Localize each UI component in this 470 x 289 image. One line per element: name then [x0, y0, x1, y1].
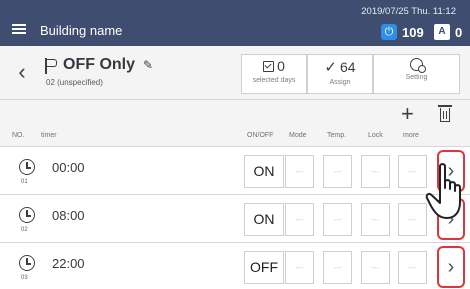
temp-cell[interactable]: ---: [323, 203, 352, 236]
mode-cell[interactable]: ---: [285, 203, 314, 236]
schedule-sub-label: 02 (unspecified): [46, 78, 103, 87]
assign-value: 64: [340, 59, 356, 75]
assign-button[interactable]: ✓ 64 Assign: [307, 54, 373, 94]
col-mode: Mode: [289, 132, 307, 139]
edit-name-icon[interactable]: ✎: [143, 58, 153, 72]
onoff-cell[interactable]: OFF: [244, 251, 284, 284]
alert-icon: A: [434, 24, 450, 40]
row-number: 01: [21, 179, 28, 185]
setting-label: Setting: [405, 74, 428, 81]
mode-cell[interactable]: ---: [285, 251, 314, 284]
mode-cell[interactable]: ---: [285, 155, 314, 188]
column-header: NO. timer ON/OFF Mode Temp. Lock more: [0, 128, 470, 146]
clock-icon: [19, 159, 35, 175]
power-count: 109: [402, 24, 424, 40]
selected-days-button[interactable]: 0 selected days: [241, 54, 307, 94]
selected-days-label: selected days: [252, 77, 296, 84]
add-icon[interactable]: +: [401, 103, 414, 125]
onoff-cell[interactable]: ON: [244, 155, 284, 188]
onoff-cell[interactable]: ON: [244, 203, 284, 236]
setting-button[interactable]: Setting: [373, 54, 460, 94]
row-time: 00:00: [52, 160, 85, 175]
menu-icon[interactable]: [12, 24, 26, 34]
trash-icon[interactable]: [437, 104, 453, 124]
building-name: Building name: [40, 23, 123, 38]
lock-cell[interactable]: ---: [361, 203, 390, 236]
lock-cell[interactable]: ---: [361, 155, 390, 188]
assign-label: Assign: [329, 79, 351, 86]
clock-icon: [19, 207, 35, 223]
timer-row[interactable]: 03 22:00 OFF --- --- --- --- ›: [0, 242, 470, 289]
back-button[interactable]: ‹: [12, 60, 32, 84]
col-onoff: ON/OFF: [247, 132, 274, 139]
more-cell[interactable]: ---: [398, 203, 427, 236]
col-timer: timer: [41, 132, 57, 139]
top-bar: Building name 2019/07/25 Thu. 11:12 ⏻ 10…: [0, 0, 470, 46]
selected-days-value: 0: [277, 58, 285, 74]
lock-cell[interactable]: ---: [361, 251, 390, 284]
row-detail-button[interactable]: ›: [437, 246, 465, 288]
temp-cell[interactable]: ---: [323, 251, 352, 284]
more-cell[interactable]: ---: [398, 251, 427, 284]
check-icon: ✓: [324, 59, 337, 76]
pointing-hand-icon: [425, 163, 461, 219]
row-time: 22:00: [52, 256, 85, 271]
title-bar: ‹ OFF Only ✎ 02 (unspecified) 0 selected…: [0, 46, 470, 100]
temp-cell[interactable]: ---: [323, 155, 352, 188]
row-number: 03: [21, 275, 28, 281]
calendar-check-icon: [263, 60, 275, 72]
col-more: more: [403, 132, 419, 139]
more-cell[interactable]: ---: [398, 155, 427, 188]
alert-status[interactable]: A 0: [434, 24, 462, 40]
row-time: 08:00: [52, 208, 85, 223]
row-number: 02: [21, 227, 28, 233]
action-bar: +: [0, 100, 470, 128]
schedule-name: OFF Only: [63, 56, 135, 73]
date-time: 2019/07/25 Thu. 11:12: [361, 6, 456, 17]
alert-count: 0: [455, 24, 463, 40]
clock-setting-icon: [410, 58, 426, 73]
power-status[interactable]: ⏻ 109: [381, 24, 424, 40]
timer-row[interactable]: 01 00:00 ON --- --- --- --- ›: [0, 146, 470, 194]
clock-icon: [19, 255, 35, 271]
power-icon: ⏻: [381, 24, 397, 40]
col-no: NO.: [12, 132, 25, 139]
flag-icon: [44, 58, 58, 74]
col-lock: Lock: [368, 132, 383, 139]
timer-row[interactable]: 02 08:00 ON --- --- --- --- ›: [0, 194, 470, 242]
col-temp: Temp.: [327, 132, 347, 139]
